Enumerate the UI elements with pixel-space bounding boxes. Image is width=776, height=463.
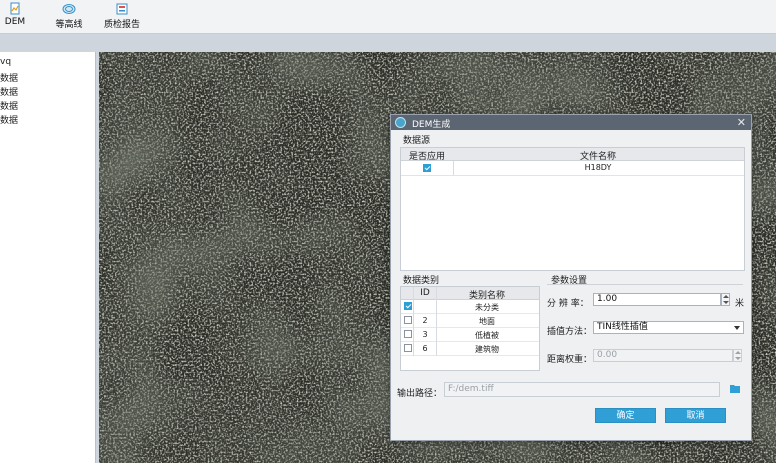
col-id-header: ID	[420, 288, 430, 298]
table-header: ID 类别名称	[401, 287, 539, 301]
data-source-label: 数据源	[403, 136, 431, 146]
contour-label: 等高线	[55, 20, 83, 30]
class-checkbox[interactable]	[404, 302, 412, 310]
filename-cell: H18DY	[584, 163, 612, 172]
table-row[interactable]: 2 地面	[401, 314, 539, 328]
weight-input[interactable]: 0.00	[593, 349, 733, 362]
app-logo-icon	[395, 117, 406, 128]
class-checkbox[interactable]	[404, 316, 412, 324]
data-source-table: 是否应用 文件名称 H18DY	[400, 147, 745, 271]
ok-button[interactable]: 确定	[595, 408, 656, 423]
tree-item[interactable]: vq	[0, 57, 11, 67]
class-name: 建筑物	[475, 345, 499, 354]
layer-tree-panel: vq 数据 数据 数据 数据	[0, 52, 96, 463]
interp-label: 插值方法：	[547, 327, 593, 337]
class-id: 3	[422, 330, 428, 339]
dem-label: DEM	[4, 17, 26, 27]
qc-report-label: 质检报告	[103, 20, 140, 30]
contour-icon	[62, 4, 76, 14]
close-icon[interactable]: ✕	[737, 116, 746, 129]
resolution-label: 分 辨 率：	[547, 299, 589, 309]
table-header: 是否应用 文件名称	[401, 148, 744, 162]
cancel-button[interactable]: 取消	[665, 408, 726, 423]
weight-label: 距离权重：	[547, 355, 593, 365]
table-row[interactable]: 6 建筑物	[401, 342, 539, 356]
table-row[interactable]: 未分类	[401, 300, 539, 314]
weight-stepper[interactable]	[733, 349, 742, 362]
tree-item[interactable]: 数据	[0, 113, 18, 126]
resolution-input[interactable]: 1.00	[593, 293, 721, 306]
dialog-title: DEM生成	[412, 120, 451, 130]
class-name: 未分类	[475, 303, 499, 312]
table-row[interactable]: H18DY	[401, 161, 744, 176]
class-id: 6	[422, 344, 428, 353]
output-path-label: 输出路径：	[397, 389, 443, 399]
dropdown-arrow-icon	[734, 326, 740, 330]
qc-report-button[interactable]: 质检报告	[103, 2, 141, 30]
data-class-table: ID 类别名称 未分类 2 地面 3 低植被 6 建筑物	[400, 286, 540, 371]
table-row[interactable]: 3 低植被	[401, 328, 539, 342]
interp-select[interactable]: TIN线性插值	[593, 321, 744, 334]
panel-header-strip	[0, 34, 776, 52]
class-checkbox[interactable]	[404, 344, 412, 352]
class-name: 低植被	[475, 331, 499, 340]
resolution-stepper[interactable]	[721, 293, 730, 306]
report-icon	[116, 3, 128, 15]
data-class-label: 数据类别	[403, 276, 440, 286]
contour-button[interactable]: 等高线	[54, 2, 84, 30]
dialog-title-bar[interactable]: DEM生成 ✕	[391, 115, 751, 130]
apply-checkbox[interactable]	[423, 164, 431, 172]
output-path-input[interactable]: F:/dem.tiff	[444, 382, 720, 397]
folder-icon[interactable]	[730, 384, 740, 393]
tree-item[interactable]: 数据	[0, 85, 18, 98]
dem-icon	[10, 2, 20, 15]
interp-value: TIN线性插值	[597, 322, 648, 332]
class-id: 2	[422, 316, 428, 325]
class-name: 地面	[479, 317, 495, 326]
main-toolbar: DEM 等高线 质检报告	[0, 0, 776, 34]
resolution-unit: 米	[735, 299, 745, 309]
tree-item[interactable]: 数据	[0, 71, 18, 84]
tree-item[interactable]: 数据	[0, 99, 18, 112]
class-checkbox[interactable]	[404, 330, 412, 338]
dem-generate-dialog: DEM生成 ✕ 数据源 是否应用 文件名称 H18DY 数据类别 ID 类别名称…	[390, 114, 752, 441]
dem-button[interactable]: DEM	[4, 2, 26, 27]
